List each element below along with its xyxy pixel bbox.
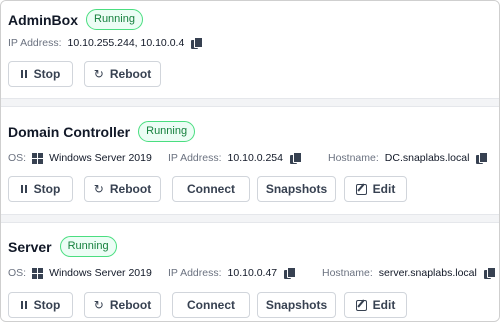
reboot-icon: ↻: [93, 182, 104, 196]
stop-button[interactable]: Stop: [8, 176, 73, 202]
vm-info-row: OS: Windows Server 2019 IP Address: 10.1…: [8, 152, 491, 168]
os-info: OS: Windows Server 2019: [8, 267, 152, 279]
ip-address: IP Address: 10.10.0.254: [168, 152, 302, 164]
vm-name: Server: [8, 238, 52, 255]
status-badge: Running: [86, 9, 143, 30]
stop-button[interactable]: Stop: [8, 61, 73, 87]
stop-button[interactable]: Stop: [8, 292, 73, 318]
reboot-label: Reboot: [109, 67, 152, 81]
vm-title-row: Server Running: [8, 236, 117, 257]
connect-label: Connect: [187, 298, 235, 312]
stop-label: Stop: [33, 182, 61, 196]
status-badge: Running: [59, 236, 117, 257]
ip-label: IP Address:: [168, 152, 222, 164]
ip-value: 10.10.255.244, 10.10.0.4: [67, 37, 185, 49]
vm-card-server: Server Running OS: Windows Server 2019 I…: [1, 222, 499, 321]
vm-list: AdminBox Running IP Address: 10.10.255.2…: [0, 0, 500, 322]
copy-icon[interactable]: [483, 267, 496, 279]
snapshots-button[interactable]: Snapshots: [257, 292, 336, 318]
edit-icon: [355, 183, 367, 195]
copy-icon[interactable]: [476, 152, 489, 164]
ip-label: IP Address:: [8, 37, 62, 49]
os-info: OS: Windows Server 2019: [8, 152, 152, 164]
copy-icon[interactable]: [289, 152, 302, 164]
vm-name: Domain Controller: [8, 123, 131, 140]
hostname-label: Hostname:: [322, 267, 373, 279]
copy-icon[interactable]: [284, 267, 297, 279]
reboot-icon: ↻: [93, 67, 104, 81]
ip-address: IP Address: 10.10.0.47: [168, 267, 297, 279]
reboot-button[interactable]: ↻ Reboot: [84, 61, 161, 87]
windows-icon: [32, 267, 44, 279]
vm-info-row: IP Address: 10.10.255.244, 10.10.0.4: [8, 37, 491, 53]
copy-icon[interactable]: [191, 37, 204, 49]
edit-label: Edit: [372, 182, 396, 196]
reboot-label: Reboot: [109, 182, 152, 196]
os-value: Windows Server 2019: [49, 152, 152, 164]
snapshots-label: Snapshots: [265, 298, 328, 312]
ip-label: IP Address:: [168, 267, 222, 279]
reboot-icon: ↻: [93, 298, 104, 312]
connect-button[interactable]: Connect: [172, 292, 250, 318]
stop-label: Stop: [33, 67, 61, 81]
hostname-value: DC.snaplabs.local: [384, 152, 470, 164]
status-badge: Running: [138, 121, 196, 142]
snapshots-label: Snapshots: [265, 182, 328, 196]
reboot-button[interactable]: ↻ Reboot: [84, 176, 161, 202]
reboot-label: Reboot: [109, 298, 152, 312]
windows-icon: [32, 152, 44, 164]
hostname: Hostname: DC.snaplabs.local: [328, 152, 489, 164]
reboot-button[interactable]: ↻ Reboot: [84, 292, 161, 318]
vm-name: AdminBox: [8, 11, 78, 28]
snapshots-button[interactable]: Snapshots: [257, 176, 336, 202]
edit-button[interactable]: Edit: [344, 176, 407, 202]
pause-icon: [20, 185, 27, 193]
ip-value: 10.10.0.254: [227, 152, 283, 164]
connect-button[interactable]: Connect: [172, 176, 250, 202]
pause-icon: [20, 301, 27, 309]
pause-icon: [20, 70, 27, 78]
edit-button[interactable]: Edit: [344, 292, 407, 318]
os-label: OS:: [8, 152, 27, 164]
connect-label: Connect: [187, 182, 235, 196]
os-value: Windows Server 2019: [49, 267, 152, 279]
vm-title-row: AdminBox Running: [8, 9, 143, 30]
ip-value: 10.10.0.47: [227, 267, 278, 279]
ip-address: IP Address: 10.10.255.244, 10.10.0.4: [8, 37, 204, 49]
stop-label: Stop: [33, 298, 61, 312]
edit-icon: [355, 299, 367, 311]
vm-title-row: Domain Controller Running: [8, 121, 196, 142]
vm-card-adminbox: AdminBox Running IP Address: 10.10.255.2…: [1, 1, 499, 99]
hostname-value: server.snaplabs.local: [378, 267, 477, 279]
edit-label: Edit: [372, 298, 396, 312]
vm-info-row: OS: Windows Server 2019 IP Address: 10.1…: [8, 267, 496, 283]
hostname-label: Hostname:: [328, 152, 379, 164]
vm-card-domain-controller: Domain Controller Running OS: Windows Se…: [1, 106, 499, 215]
hostname: Hostname: server.snaplabs.local: [322, 267, 496, 279]
os-label: OS:: [8, 267, 27, 279]
